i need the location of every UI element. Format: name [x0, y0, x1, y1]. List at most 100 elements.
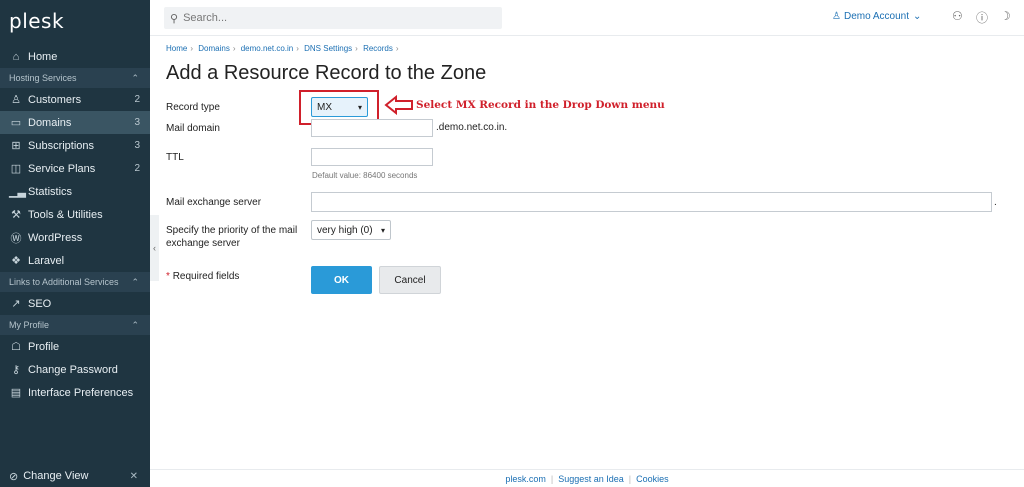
footer-divider: | [628, 473, 632, 484]
plesk-logo[interactable]: plesk [0, 0, 150, 38]
priority-select[interactable]: very high (0) ▾ [311, 220, 391, 240]
record-type-label: Record type [166, 102, 220, 113]
sidebar-item-label: Change Password [28, 363, 118, 376]
monitor-icon: ▭ [10, 117, 22, 129]
sidebar-item-home[interactable]: ⌂ Home [0, 45, 150, 68]
wordpress-icon: Ⓦ [10, 232, 22, 245]
book-icon: ◫ [10, 163, 22, 175]
annotation-arrow-icon [384, 95, 413, 115]
cancel-button[interactable]: Cancel [379, 266, 441, 294]
sidebar-item-change-password[interactable]: ⚷ Change Password [0, 358, 150, 381]
section-hosting-services[interactable]: Hosting Services ⌃ [0, 68, 150, 88]
sidebar-collapse-handle[interactable]: ‹ [150, 215, 159, 281]
preferences-icon: ▤ [10, 387, 22, 399]
breadcrumb: Home › Domains › demo.net.co.in › DNS Setti… [166, 44, 402, 53]
sidebar: plesk ⌂ Home Hosting Services ⌃ ♙ Custom… [0, 0, 150, 487]
change-view-button[interactable]: ⊘ Change View ✕ [0, 465, 150, 487]
sidebar-item-label: Profile [28, 340, 60, 353]
footer-divider: | [550, 473, 554, 484]
breadcrumb-domains[interactable]: Domains [198, 44, 230, 53]
mail-domain-suffix: .demo.net.co.in. [436, 122, 508, 133]
count-badge: 2 [134, 94, 140, 105]
sidebar-item-label: Laravel [28, 254, 65, 267]
ok-button[interactable]: OK [311, 266, 372, 294]
breadcrumb-domain[interactable]: demo.net.co.in [241, 44, 293, 53]
ttl-label: TTL [166, 152, 184, 163]
sidebar-item-subscriptions[interactable]: ⊞ Subscriptions 3 [0, 134, 150, 157]
footer-link-suggest-idea[interactable]: Suggest an Idea [558, 474, 624, 484]
sidebar-item-label: Service Plans [28, 162, 96, 175]
footer-link-cookies[interactable]: Cookies [636, 474, 669, 484]
sidebar-item-domains[interactable]: ▭ Domains 3 [0, 111, 150, 134]
chevron-left-icon: ‹ [153, 243, 156, 253]
priority-label: Specify the priority of the mail exchang… [166, 225, 298, 249]
sidebar-item-seo[interactable]: ↗ SEO [0, 292, 150, 315]
theme-toggle-icon[interactable]: ☽ [1000, 9, 1011, 23]
seo-chart-icon: ↗ [11, 298, 21, 310]
sidebar-item-label: Interface Preferences [28, 386, 134, 399]
home-icon: ⌂ [12, 50, 20, 63]
sidebar-item-label: Subscriptions [28, 139, 95, 152]
sidebar-item-service-plans[interactable]: ◫ Service Plans 2 [0, 157, 150, 180]
sidebar-item-profile[interactable]: ☖ Profile [0, 335, 150, 358]
required-fields-note: * Required fields [166, 271, 240, 282]
key-icon: ⚷ [11, 364, 21, 376]
chevron-up-icon: ⌃ [131, 276, 139, 287]
sidebar-item-label: Statistics [28, 185, 73, 198]
breadcrumb-dns-settings[interactable]: DNS Settings [304, 44, 352, 53]
grid-icon: ⊞ [11, 140, 21, 152]
chevron-down-icon: ⌄ [913, 11, 922, 22]
sidebar-item-label: Tools & Utilities [28, 208, 103, 221]
extensions-icon[interactable]: ⚇ [952, 9, 963, 23]
sidebar-item-wordpress[interactable]: Ⓦ WordPress [0, 226, 150, 249]
sidebar-item-label: WordPress [28, 231, 83, 244]
chevron-down-icon: ▾ [380, 225, 385, 235]
help-icon[interactable]: ⓘ [976, 9, 988, 26]
sidebar-item-customers[interactable]: ♙ Customers 2 [0, 88, 150, 111]
mail-exchange-server-suffix: . [994, 197, 997, 208]
tools-icon: ⚒ [11, 209, 21, 221]
bar-chart-icon: ▁▃ [9, 186, 26, 198]
count-badge: 3 [134, 117, 140, 128]
chevron-right-icon: › [395, 44, 399, 53]
sidebar-item-tools-utilities[interactable]: ⚒ Tools & Utilities [0, 203, 150, 226]
sidebar-item-statistics[interactable]: ▁▃ Statistics [0, 180, 150, 203]
record-type-select[interactable]: MX ▾ [311, 97, 368, 117]
close-icon[interactable]: ✕ [130, 471, 138, 482]
user-icon: ♙ [11, 94, 21, 106]
record-type-value: MX [317, 101, 332, 113]
count-badge: 2 [134, 163, 140, 174]
laravel-icon: ❖ [11, 255, 21, 267]
footer: plesk.com | Suggest an Idea | Cookies [150, 469, 1024, 487]
search-placeholder: Search... [183, 12, 228, 24]
priority-value: very high (0) [317, 224, 373, 236]
mail-domain-field[interactable] [311, 119, 433, 137]
profile-card-icon: ☖ [11, 341, 21, 353]
account-menu[interactable]: ♙ Demo Account ⌄ [832, 11, 921, 22]
sidebar-item-label: Customers [28, 93, 82, 106]
annotation-text: Select MX Record in the Drop Down menu [416, 99, 665, 111]
sidebar-item-interface-preferences[interactable]: ▤ Interface Preferences [0, 381, 150, 404]
mail-exchange-server-field[interactable] [311, 192, 992, 212]
search-icon: ⚲ [170, 12, 179, 25]
search-input[interactable]: ⚲ Search... [164, 7, 502, 29]
top-bar: ⚲ Search... ♙ Demo Account ⌄ ⚇ ⓘ ☽ [150, 0, 1024, 36]
chevron-right-icon: › [296, 44, 299, 53]
chevron-up-icon: ⌃ [131, 319, 139, 330]
ttl-hint: Default value: 86400 seconds [312, 171, 418, 180]
sidebar-item-label: SEO [28, 297, 52, 310]
section-links-additional-services[interactable]: Links to Additional Services ⌃ [0, 272, 150, 292]
footer-link-plesk[interactable]: plesk.com [505, 474, 546, 484]
chevron-right-icon: › [232, 44, 236, 53]
compass-icon: ⊘ [9, 470, 19, 483]
sidebar-item-laravel[interactable]: ❖ Laravel [0, 249, 150, 272]
page-title: Add a Resource Record to the Zone [166, 62, 487, 84]
section-my-profile[interactable]: My Profile ⌃ [0, 315, 150, 335]
ttl-field[interactable] [311, 148, 433, 166]
breadcrumb-home[interactable]: Home [166, 44, 187, 53]
chevron-down-icon: ▾ [357, 102, 362, 112]
sidebar-item-label: Domains [28, 116, 72, 129]
chevron-right-icon: › [355, 44, 358, 53]
breadcrumb-records[interactable]: Records [363, 44, 393, 53]
required-star: * [166, 271, 170, 282]
